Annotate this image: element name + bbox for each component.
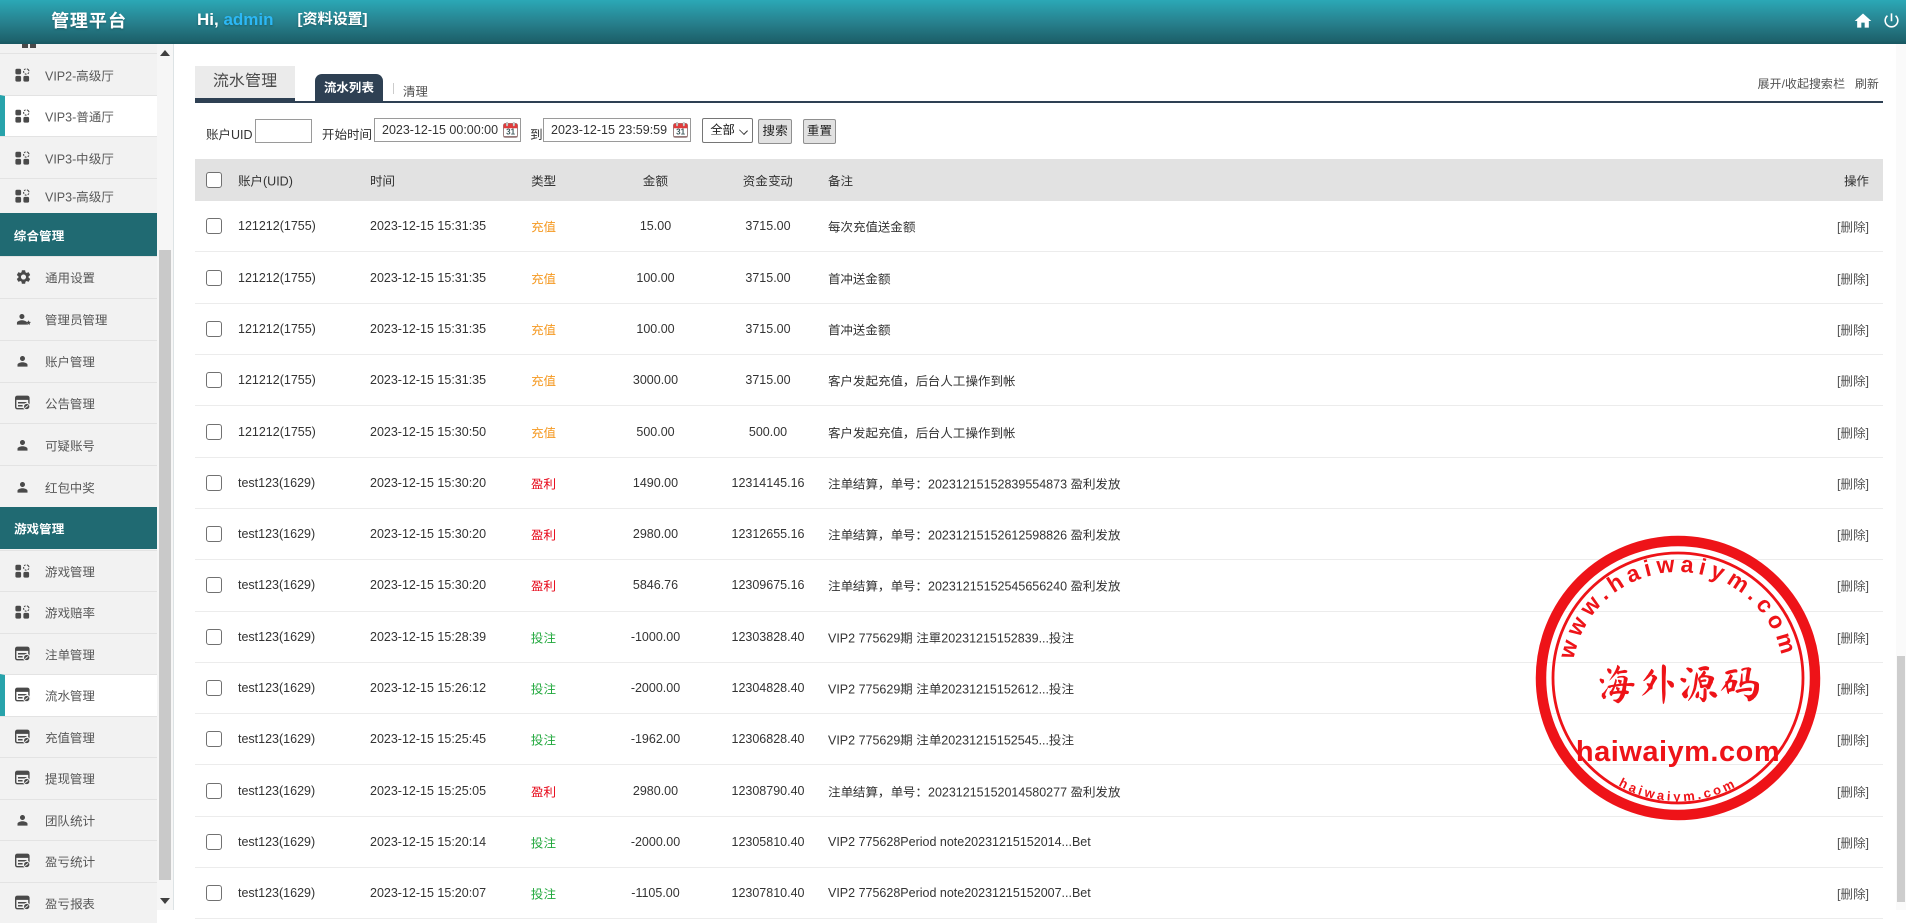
svg-text:haiwaiym.com: haiwaiym.com <box>1617 775 1740 804</box>
svg-text:haiwaiym.com: haiwaiym.com <box>1576 736 1780 768</box>
svg-text:31: 31 <box>676 128 685 137</box>
svg-text:31: 31 <box>506 128 515 137</box>
svg-text:海外源码: 海外源码 <box>1596 663 1760 705</box>
